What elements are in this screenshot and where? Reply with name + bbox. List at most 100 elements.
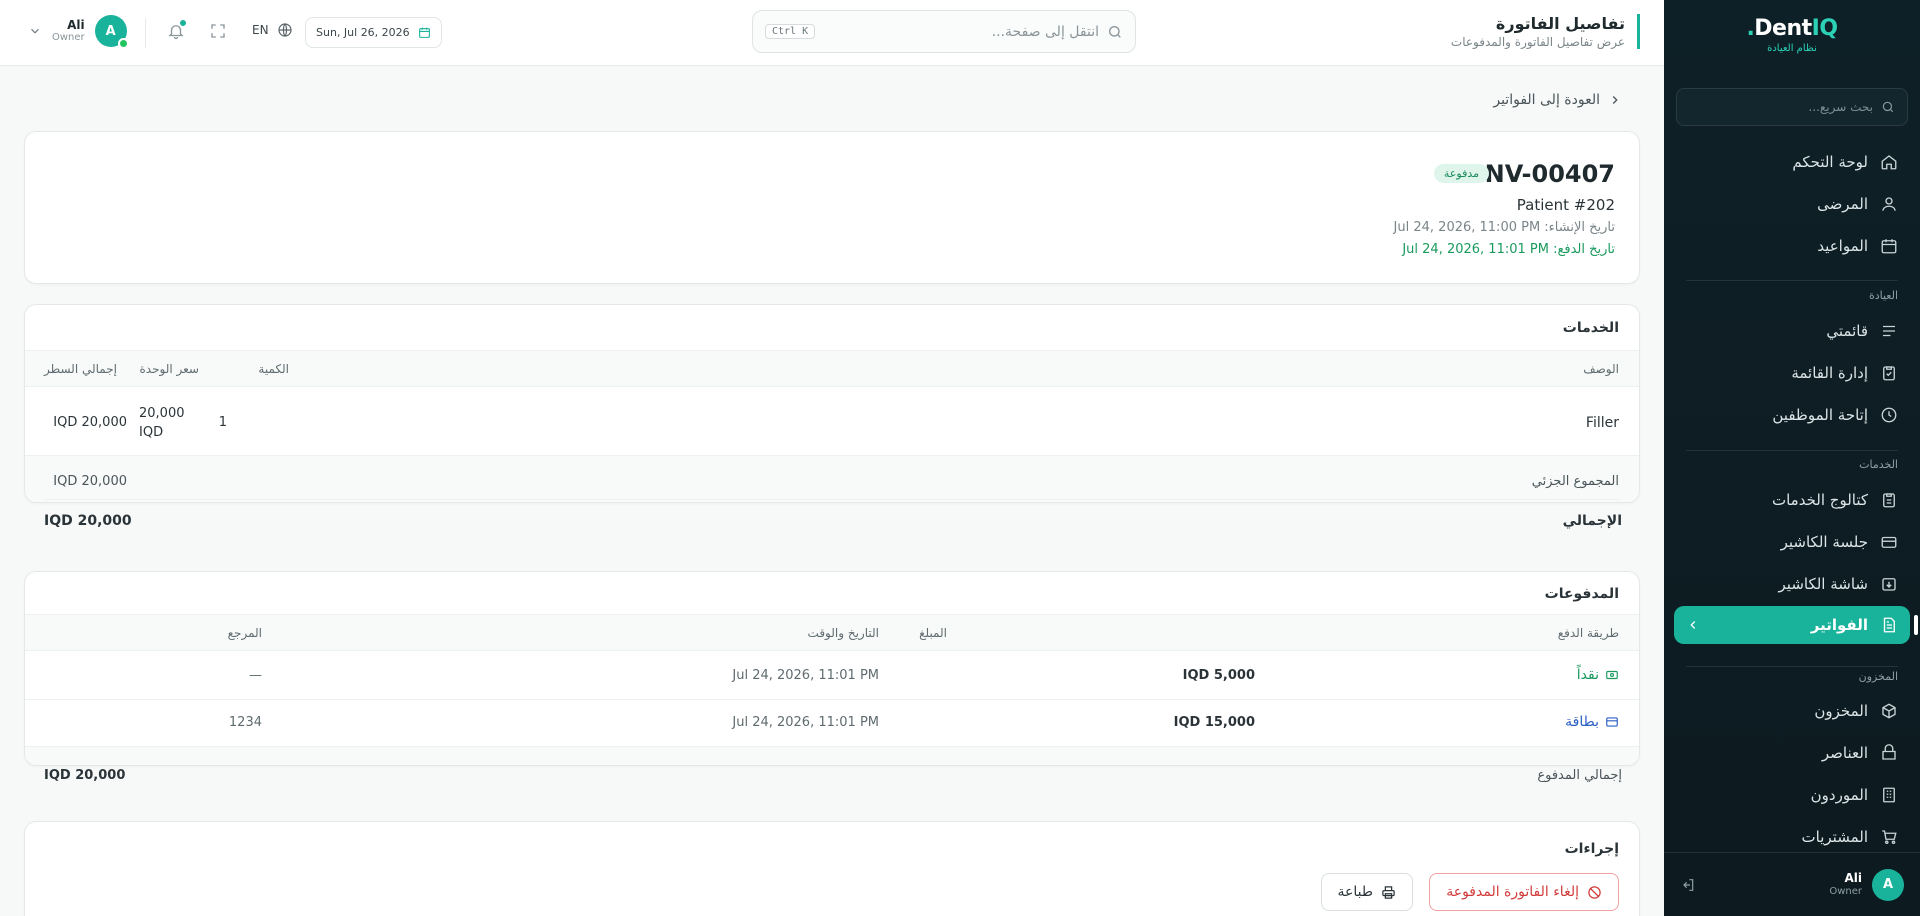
sidebar-item-cashier-session[interactable]: جلسة الكاشير (1674, 523, 1910, 561)
sidebar-item-label: إدارة القائمة (1791, 364, 1868, 382)
column-reference: المرجع (227, 626, 262, 640)
calendar-icon (418, 27, 430, 38)
service-description: Filler (1585, 415, 1619, 431)
language-toggle[interactable]: EN (252, 22, 293, 38)
sidebar-item-list-management[interactable]: إدارة القائمة (1674, 354, 1910, 392)
nav-section-clinic: العيادة (1868, 289, 1898, 302)
divider (45, 499, 1621, 500)
paid-total-label: إجمالي المدفوع (1537, 768, 1622, 783)
sidebar: DentIQ. نظام العيادة بحث سريع... لوحة ال… (1664, 0, 1920, 916)
logo-main: Dent (1754, 16, 1812, 41)
avatar-initial: A (105, 23, 116, 39)
payments-footer (25, 746, 1639, 765)
sidebar-item-dashboard[interactable]: لوحة التحكم (1674, 143, 1910, 181)
search-icon (1109, 25, 1121, 38)
sidebar-item-my-list[interactable]: قائمتي (1674, 312, 1910, 350)
sidebar-item-staff-availability[interactable]: إتاحة الموظفين (1674, 396, 1910, 434)
page-title-block: تفاصيل الفاتورة عرض تفاصيل الفاتورة والم… (1451, 14, 1640, 49)
header-divider (145, 18, 146, 48)
logout-icon[interactable] (1680, 877, 1696, 893)
payments-title: المدفوعات (1544, 586, 1619, 602)
service-qty: 1 (218, 415, 227, 430)
invoice-summary-card: INV-00407 مدفوعة Patient #202 تاريخ الإن… (24, 131, 1640, 284)
column-qty: الكمية (258, 362, 289, 376)
cashier-screen-icon (1882, 578, 1896, 591)
sidebar-item-label: الموردون (1810, 786, 1868, 804)
active-indicator (1914, 615, 1918, 635)
sidebar-item-cashier-screen[interactable]: شاشة الكاشير (1674, 565, 1910, 603)
notification-dot (179, 19, 187, 27)
payment-method-label: نقداً (1576, 667, 1599, 683)
sidebar-item-label: المواعيد (1817, 237, 1868, 255)
sidebar-item-items[interactable]: العناصر (1674, 734, 1910, 772)
invoice-icon (1883, 617, 1895, 633)
page-search-input[interactable]: انتقل إلى صفحة... Ctrl K (752, 10, 1136, 53)
ban-icon (1588, 885, 1601, 899)
cart-icon (1882, 830, 1897, 845)
cancel-paid-invoice-button[interactable]: إلغاء الفاتورة المدفوعة (1429, 873, 1619, 911)
payment-method-cash: نقداً (1577, 667, 1619, 683)
payment-amount: IQD 15,000 (1173, 715, 1255, 730)
payment-datetime: Jul 24, 2026, 11:01 PM (732, 715, 879, 730)
sidebar-item-label: جلسة الكاشير (1780, 533, 1868, 551)
catalog-icon (1883, 493, 1895, 508)
patient-name[interactable]: Patient #202 (1517, 196, 1615, 214)
sidebar-item-label: المرضى (1817, 195, 1868, 213)
sidebar-item-inventory[interactable]: المخزون (1674, 692, 1910, 730)
service-unit-price: 20,000 (139, 406, 185, 421)
print-label: طباعة (1337, 884, 1374, 900)
fullscreen-icon[interactable] (209, 22, 227, 40)
back-to-invoices-link[interactable]: العودة إلى الفواتير (1493, 92, 1622, 108)
sidebar-item-appointments[interactable]: المواعيد (1674, 227, 1910, 265)
sidebar-item-label: العناصر (1821, 744, 1868, 762)
column-amount: المبلغ (919, 626, 947, 640)
sidebar-item-patients[interactable]: المرضى (1674, 185, 1910, 223)
payment-reference: 1234 (228, 715, 262, 730)
sidebar-item-purchases[interactable]: المشتريات (1674, 818, 1910, 856)
sidebar-item-label: كتالوج الخدمات (1771, 491, 1868, 509)
quick-search-input[interactable]: بحث سريع... (1676, 88, 1908, 126)
clipboard-icon (1883, 366, 1895, 381)
sidebar-item-label: قائمتي (1826, 322, 1868, 340)
date-picker[interactable]: Sun, Jul 26, 2026 (305, 17, 442, 48)
back-label: العودة إلى الفواتير (1493, 92, 1600, 108)
building-icon (1883, 787, 1895, 803)
sidebar-item-services-catalog[interactable]: كتالوج الخدمات (1674, 481, 1910, 519)
search-icon (1882, 101, 1894, 113)
print-button[interactable]: طباعة (1320, 873, 1413, 911)
page-subtitle: عرض تفاصيل الفاتورة والمدفوعات (1450, 35, 1625, 49)
nav-divider (1686, 450, 1898, 451)
user-role: Owner (52, 32, 85, 44)
items-icon (1882, 744, 1896, 760)
home-icon (1881, 155, 1897, 170)
column-datetime: التاريخ والوقت (807, 626, 879, 640)
divider (25, 699, 1639, 700)
created-date: تاريخ الإنشاء: Jul 24, 2026, 11:00 PM (1393, 220, 1615, 235)
sidebar-item-invoices[interactable]: الفواتير (1674, 606, 1910, 644)
quick-search-placeholder: بحث سريع... (1808, 100, 1873, 114)
services-totals (25, 455, 1639, 502)
invoice-number: INV-00407 (1475, 160, 1615, 188)
payment-method-label: بطاقة (1565, 714, 1599, 730)
list-icon (1883, 325, 1895, 337)
total-label: الإجمالي (1562, 513, 1622, 529)
user-name: Ali (1844, 871, 1862, 886)
globe-icon (277, 23, 292, 37)
chevron-left-icon (1690, 621, 1696, 629)
payment-datetime: Jul 24, 2026, 11:01 PM (732, 668, 879, 683)
payments-table-header: طريقة الدفع المبلغ التاريخ والوقت المرجع (25, 614, 1639, 651)
app-logo[interactable]: DentIQ. نظام العيادة (1664, 16, 1920, 54)
payment-reference: — (249, 668, 262, 683)
register-icon (1881, 536, 1897, 548)
paid-date: تاريخ الدفع: Jul 24, 2026, 11:01 PM (1402, 242, 1615, 257)
services-table-header: الوصف الكمية سعر الوحدة إجمالي السطر (25, 350, 1639, 387)
nav-divider (1686, 666, 1898, 667)
nav-divider (1686, 280, 1898, 281)
main-content: العودة إلى الفواتير INV-00407 مدفوعة Pat… (0, 66, 1664, 916)
sidebar-item-suppliers[interactable]: الموردون (1674, 776, 1910, 814)
column-description: الوصف (1583, 362, 1619, 376)
avatar[interactable]: A (1872, 868, 1904, 901)
header-user-menu[interactable]: Ali Owner A (28, 15, 129, 49)
sidebar-item-label: شاشة الكاشير (1778, 575, 1868, 593)
current-date: Sun, Jul 26, 2026 (316, 26, 410, 39)
